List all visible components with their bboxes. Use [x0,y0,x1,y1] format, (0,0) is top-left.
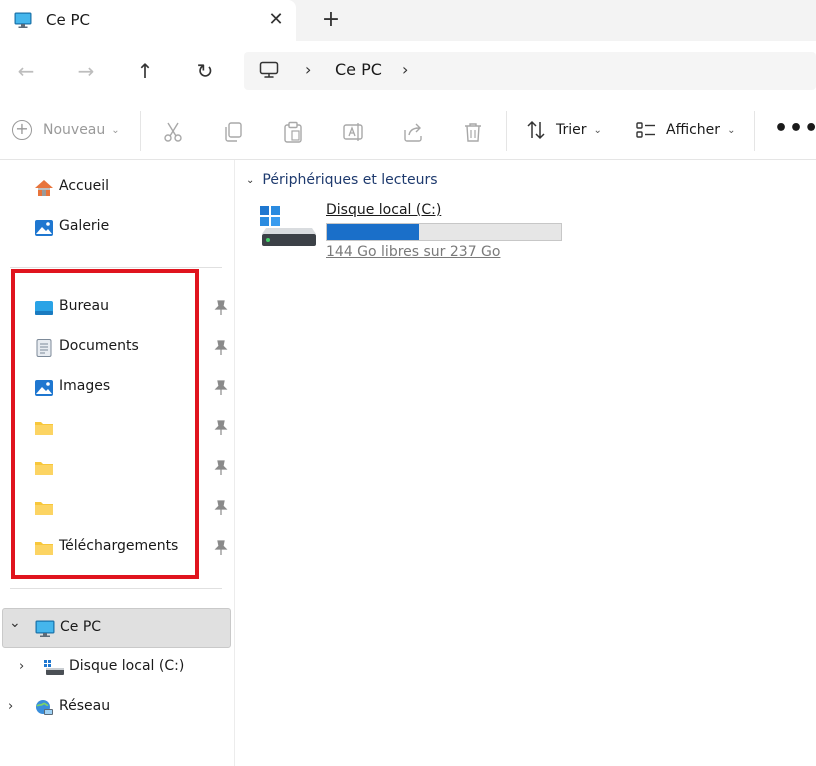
breadcrumb-separator[interactable]: › [402,60,408,79]
cut-icon[interactable] [162,121,184,143]
pin-icon[interactable] [214,500,228,516]
sidebar-item-label: Accueil [59,178,109,194]
sidebar-item-this-pc[interactable]: ⌄ Ce PC [2,608,231,648]
drive-usage-fill [327,224,419,240]
gallery-icon [35,220,53,236]
highlight-annotation [11,269,199,579]
sidebar-item-gallery[interactable]: Galerie [0,208,232,248]
chevron-down-icon: ⌄ [111,124,120,136]
drive-name[interactable]: Disque local (C:) [326,202,441,218]
pin-icon[interactable] [214,340,228,356]
local-disk-icon [260,206,316,246]
add-icon: + [12,120,32,140]
new-tab-button[interactable]: + [319,8,343,32]
drive-usage-bar [326,223,562,241]
up-button[interactable]: ↑ [131,57,159,85]
view-button[interactable]: Afficher ⌄ [636,120,735,140]
more-options-button[interactable]: ••• [774,116,816,141]
computer-icon [14,12,32,28]
sidebar-divider [10,588,222,589]
new-button[interactable]: + Nouveau ⌄ [12,120,120,140]
home-icon [35,180,53,196]
sort-icon [527,120,545,140]
computer-icon [35,620,55,637]
pin-icon[interactable] [214,540,228,556]
drive-tile-local-disk[interactable]: Disque local (C:) 144 Go libres sur 237 … [260,200,570,264]
group-header-label: Périphériques et lecteurs [262,172,438,188]
paste-icon[interactable] [282,121,304,143]
sort-button[interactable]: Trier ⌄ [526,120,602,140]
sidebar-item-label: Réseau [59,698,111,714]
view-icon [636,122,655,138]
rename-icon[interactable] [342,121,364,143]
chevron-down-icon[interactable]: ⌄ [9,615,21,631]
toolbar-divider [506,111,507,151]
chevron-down-icon: ⌄ [593,124,602,136]
sidebar-item-label: Galerie [59,218,110,234]
tab-title: Ce PC [46,11,90,29]
sidebar-item-label: Ce PC [60,619,102,635]
devices-group-header[interactable]: ⌄ Périphériques et lecteurs [246,172,438,188]
sidebar-item-home[interactable]: Accueil [0,168,232,208]
network-icon [36,700,53,715]
sort-label: Trier [556,122,587,138]
sidebar-item-local-disk[interactable]: › Disque local (C:) [0,648,232,688]
breadcrumb-separator[interactable]: › [305,60,311,79]
chevron-right-icon[interactable]: › [19,659,24,674]
pin-icon[interactable] [214,460,228,476]
navigation-pane: Accueil Galerie Bureau Documents Images … [0,160,235,766]
view-label: Afficher [666,122,721,138]
chevron-down-icon: ⌄ [727,124,736,136]
sidebar-divider [10,267,222,268]
back-button[interactable]: ← [12,57,40,85]
forward-button[interactable]: → [72,57,100,85]
sidebar-item-label: Disque local (C:) [69,658,185,674]
navigation-bar: ← → ↑ ↻ › Ce PC › [0,41,816,102]
drive-icon [44,660,64,675]
new-button-label: Nouveau [43,122,106,138]
chevron-right-icon[interactable]: › [8,699,13,714]
title-bar: Ce PC ✕ + [0,0,816,41]
address-bar[interactable]: › Ce PC › [244,52,816,90]
delete-icon[interactable] [462,121,484,143]
chevron-down-icon[interactable]: ⌄ [246,175,254,186]
drive-free-space: 144 Go libres sur 237 Go [326,244,501,260]
sidebar-item-network[interactable]: › Réseau [0,688,232,728]
copy-icon[interactable] [222,121,244,143]
breadcrumb-ce-pc[interactable]: Ce PC [335,60,382,79]
tab-ce-pc[interactable]: Ce PC ✕ [0,0,296,41]
share-icon[interactable] [402,121,424,143]
close-tab-button[interactable]: ✕ [265,9,287,31]
toolbar-divider [754,111,755,151]
pin-icon[interactable] [214,420,228,436]
pin-icon[interactable] [214,380,228,396]
command-bar: + Nouveau ⌄ Trier ⌄ Afficher ⌄ ••• [0,102,816,160]
pin-icon[interactable] [214,300,228,316]
monitor-icon [259,61,279,78]
refresh-button[interactable]: ↻ [191,57,219,85]
toolbar-divider [140,111,141,151]
